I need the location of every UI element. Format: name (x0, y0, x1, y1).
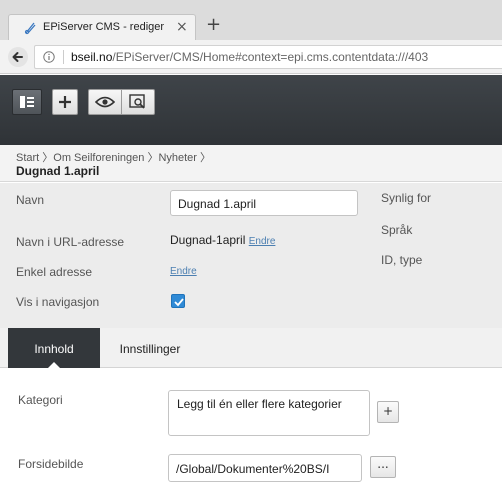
view-mode-button[interactable] (88, 89, 122, 115)
preview-icon (129, 94, 145, 109)
visible-nav-label: Vis i navigasjon (16, 295, 100, 309)
close-tab-icon[interactable]: × (176, 19, 188, 35)
preview-button[interactable] (121, 89, 155, 115)
simple-address-edit-link[interactable]: Endre (170, 266, 197, 277)
tree-toggle-icon (20, 96, 34, 108)
urlname-edit-link[interactable]: Endre (249, 236, 276, 247)
info-icon[interactable] (43, 51, 55, 63)
browser-tab[interactable]: EPiServer CMS - rediger × (8, 14, 196, 40)
browser-tab-title: EPiServer CMS - rediger (43, 21, 165, 33)
name-input[interactable]: Dugnad 1.april (170, 190, 358, 216)
cms-toolbar (0, 75, 502, 145)
content-tabbar: Innhold Innstillinger (0, 328, 502, 368)
url-text: bseil.no/EPiServer/CMS/Home#context=epi.… (71, 50, 428, 64)
checkmark-icon (174, 298, 184, 307)
language-label: Språk (381, 223, 413, 237)
page-title: Dugnad 1.april (16, 164, 100, 178)
new-tab-icon[interactable]: + (206, 14, 221, 35)
urlname-label: Navn i URL-adresse (16, 235, 125, 249)
breadcrumb[interactable]: Start 〉Om Seilforeningen 〉Nyheter 〉 (16, 149, 211, 165)
browser-tabstrip: EPiServer CMS - rediger × + (0, 0, 502, 40)
add-content-button[interactable] (52, 89, 78, 115)
tab-innstillinger[interactable]: Innstillinger (100, 328, 200, 368)
urlname-value-wrap: Dugnad-1april Endre (170, 233, 275, 247)
view-icon (95, 96, 115, 108)
episerver-favicon-icon (24, 22, 36, 35)
front-image-label: Forsidebilde (18, 457, 84, 471)
url-input[interactable]: bseil.no/EPiServer/CMS/Home#context=epi.… (34, 45, 502, 69)
visible-nav-checkbox[interactable] (171, 294, 185, 308)
back-button[interactable] (8, 47, 28, 67)
id-type-label: ID, type (381, 253, 423, 267)
back-arrow-icon (12, 52, 23, 62)
category-label: Kategori (18, 393, 63, 407)
category-selector[interactable]: Legg til én eller flere kategorier (168, 390, 370, 436)
simple-address-label: Enkel adresse (16, 265, 93, 279)
content-header: Start 〉Om Seilforeningen 〉Nyheter 〉 Dugn… (0, 145, 502, 182)
content-fields: Kategori Legg til én eller flere kategor… (0, 369, 502, 499)
name-label: Navn (16, 193, 45, 207)
add-category-button[interactable]: + (377, 401, 399, 423)
url-host: bseil.no (71, 50, 113, 64)
url-separator (63, 50, 64, 64)
url-path: /EPiServer/CMS/Home#context=epi.cms.cont… (112, 50, 429, 64)
tab-innhold[interactable]: Innhold (8, 328, 100, 368)
properties-panel: Navn Dugnad 1.april Navn i URL-adresse D… (0, 183, 502, 328)
toggle-tree-button[interactable] (12, 89, 42, 115)
visible-for-label: Synlig for (381, 191, 432, 205)
browse-image-button[interactable]: ... (370, 456, 396, 478)
urlname-value: Dugnad-1april (170, 233, 246, 247)
front-image-input[interactable]: /Global/Dokumenter%20BS/I (168, 454, 362, 482)
browser-addressbar: bseil.no/EPiServer/CMS/Home#context=epi.… (0, 40, 502, 74)
add-icon (59, 96, 71, 108)
